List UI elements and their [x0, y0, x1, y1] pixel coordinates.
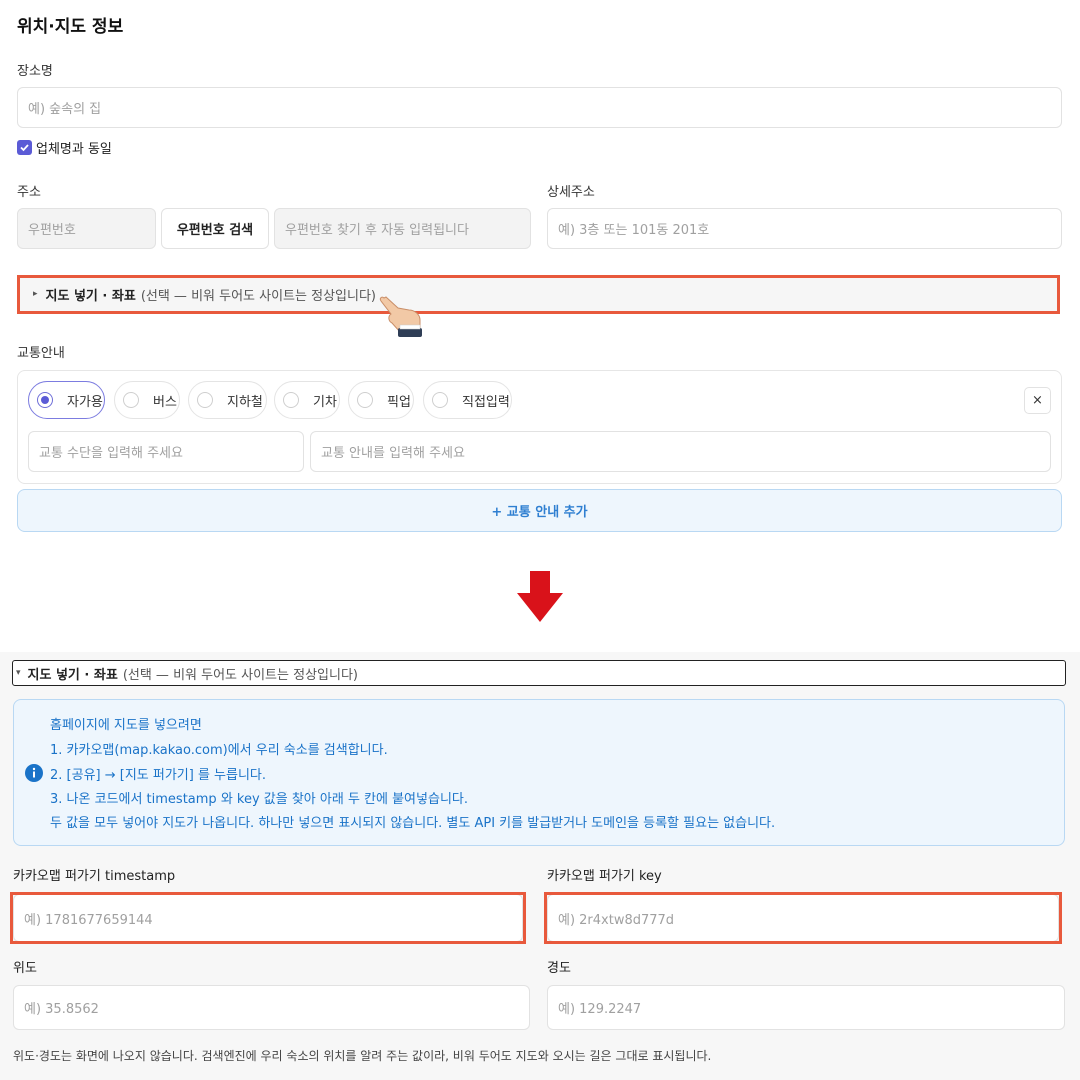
transport-option-car[interactable]: 자가용 [28, 381, 105, 419]
longitude-label: 경도 [547, 961, 571, 976]
highlight-box [17, 275, 1060, 314]
transport-option-bus[interactable]: 버스 [114, 381, 180, 419]
radio-selected-icon[interactable] [37, 392, 53, 408]
expanded-triangle-icon: ▾ [16, 668, 21, 678]
key-label: 카카오맵 퍼가기 key [547, 869, 662, 884]
postcode-search-button[interactable]: 우편번호 검색 [161, 208, 269, 249]
checkbox-checked-icon[interactable] [17, 140, 32, 155]
section-title: 위치·지도 정보 [17, 17, 124, 37]
radio-icon[interactable] [283, 392, 299, 408]
add-transport-button[interactable]: + 교통 안내 추가 [17, 489, 1062, 532]
info-icon [25, 764, 43, 782]
radio-icon[interactable] [432, 392, 448, 408]
place-label: 장소명 [17, 64, 53, 79]
timestamp-highlight-box [10, 892, 526, 944]
transport-option-train[interactable]: 기차 [274, 381, 340, 419]
same-as-company-label: 업체명과 동일 [36, 142, 112, 157]
transport-label: 교통안내 [17, 346, 65, 361]
detail-address-input[interactable]: 예) 3층 또는 101동 201호 [547, 208, 1062, 249]
info-heading: 홈페이지에 지도를 넣으려면 [50, 718, 202, 733]
map-toggle-title: 지도 넣기 · 좌표 [27, 667, 118, 683]
timestamp-label: 카카오맵 퍼가기 timestamp [13, 869, 176, 884]
latitude-label: 위도 [13, 961, 37, 976]
transport-option-pickup[interactable]: 픽업 [348, 381, 414, 419]
address-label: 주소 [17, 185, 41, 200]
top-panel: 위치·지도 정보 장소명 예) 숲속의 집 업체명과 동일 주소 상세주소 우편… [0, 0, 1080, 543]
longitude-input[interactable]: 예) 129.2247 [547, 985, 1065, 1030]
remove-transport-button[interactable]: × [1024, 387, 1051, 414]
radio-icon[interactable] [197, 392, 213, 408]
info-step-1: 1. 카카오맵(map.kakao.com)에서 우리 숙소를 검색합니다. [50, 743, 388, 758]
same-as-company-checkbox[interactable]: 업체명과 동일 [17, 138, 112, 157]
place-input[interactable]: 예) 숲속의 집 [17, 87, 1062, 128]
transport-means-input[interactable]: 교통 수단을 입력해 주세요 [28, 431, 304, 472]
transport-option-custom[interactable]: 직접입력 [423, 381, 512, 419]
map-toggle-note: (선택 — 비워 두어도 사이트는 정상입니다) [122, 667, 358, 683]
radio-icon[interactable] [123, 392, 139, 408]
map-toggle-summary-open[interactable]: ▾ 지도 넣기 · 좌표 (선택 — 비워 두어도 사이트는 정상입니다) [12, 660, 1066, 686]
pointing-hand-icon [379, 296, 422, 337]
down-arrow-icon [517, 571, 563, 622]
latitude-input[interactable]: 예) 35.8562 [13, 985, 530, 1030]
key-highlight-box [544, 892, 1062, 944]
detail-address-label: 상세주소 [547, 185, 595, 200]
radio-icon[interactable] [357, 392, 373, 408]
info-step-3: 3. 나온 코드에서 timestamp 와 key 값을 찾아 아래 두 칸에… [50, 792, 468, 807]
transport-info-input[interactable]: 교통 안내를 입력해 주세요 [310, 431, 1051, 472]
postcode-input[interactable]: 우편번호 [17, 208, 156, 249]
address-input[interactable]: 우편번호 찾기 후 자동 입력됩니다 [274, 208, 531, 249]
bottom-panel: ▾ 지도 넣기 · 좌표 (선택 — 비워 두어도 사이트는 정상입니다) 홈페… [0, 652, 1080, 1080]
info-step-2: 2. [공유] → [지도 퍼가기] 를 누릅니다. [50, 768, 267, 783]
info-note: 두 값을 모두 넣어야 지도가 나옵니다. 하나만 넣으면 표시되지 않습니다.… [50, 816, 776, 831]
transport-option-subway[interactable]: 지하철 [188, 381, 267, 419]
coordinates-footnote: 위도·경도는 화면에 나오지 않습니다. 검색엔진에 우리 숙소의 위치를 알려… [13, 1049, 712, 1063]
